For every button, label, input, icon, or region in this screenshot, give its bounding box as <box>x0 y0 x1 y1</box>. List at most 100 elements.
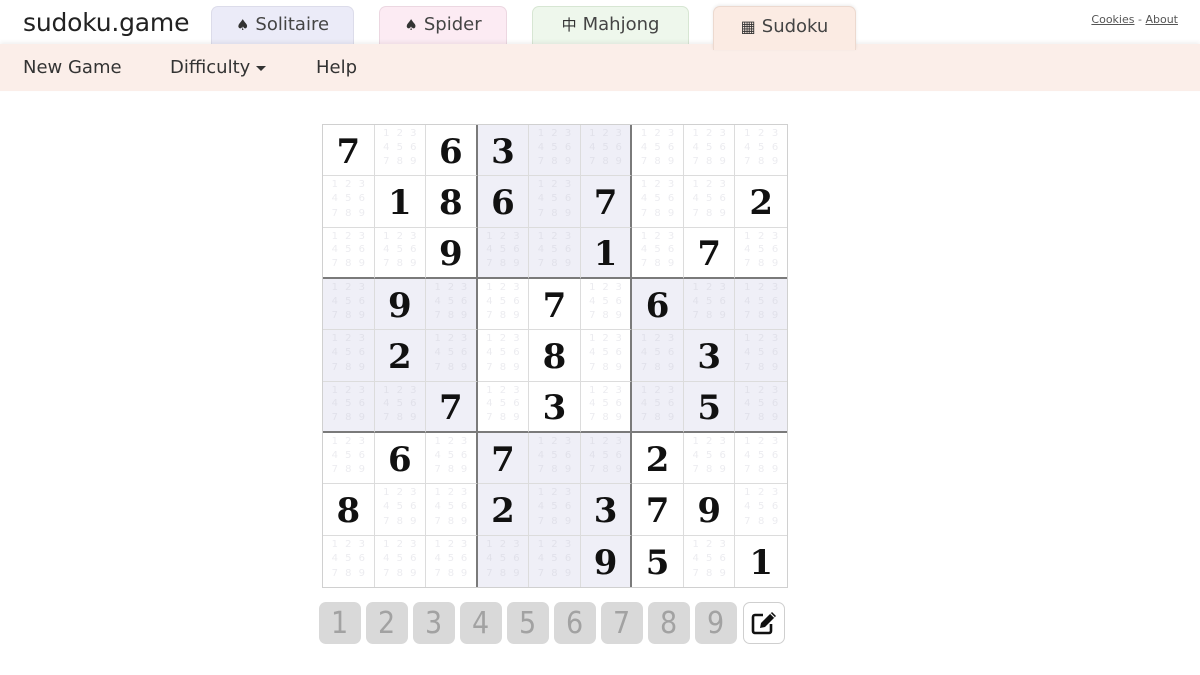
cell-r6c5[interactable]: 3 <box>529 381 581 433</box>
cell-r3c2[interactable]: 123 456 789 <box>374 227 427 279</box>
number-button-4[interactable]: 4 <box>460 602 502 644</box>
cell-r4c3[interactable]: 123 456 789 <box>426 278 478 331</box>
cell-r7c4[interactable]: 7 <box>477 432 530 485</box>
cell-r1c6[interactable]: 123 456 789 <box>580 125 633 177</box>
cell-r6c4[interactable]: 123 456 789 <box>477 381 530 433</box>
cell-r1c5[interactable]: 123 456 789 <box>529 125 581 177</box>
tab-spider[interactable]: ♠ Spider <box>379 6 507 46</box>
cell-r8c8[interactable]: 9 <box>683 484 736 536</box>
cell-r6c8[interactable]: 5 <box>683 381 736 433</box>
cell-r7c1[interactable]: 123 456 789 <box>323 432 375 485</box>
cell-r1c9[interactable]: 123 456 789 <box>735 125 787 177</box>
cell-r6c7[interactable]: 123 456 789 <box>632 381 684 433</box>
cell-r8c2[interactable]: 123 456 789 <box>374 484 427 536</box>
cell-r2c2[interactable]: 1 <box>374 176 427 228</box>
cell-r3c8[interactable]: 7 <box>683 227 736 279</box>
about-link[interactable]: About <box>1145 13 1178 26</box>
cell-r2c5[interactable]: 123 456 789 <box>529 176 581 228</box>
cell-r1c4[interactable]: 3 <box>477 125 530 177</box>
number-button-6[interactable]: 6 <box>554 602 596 644</box>
cell-r9c7[interactable]: 5 <box>632 535 684 587</box>
cell-r6c6[interactable]: 123 456 789 <box>580 381 633 433</box>
cell-r9c9[interactable]: 1 <box>735 536 787 587</box>
cell-r4c1[interactable]: 123 456 789 <box>323 278 375 331</box>
cell-r8c7[interactable]: 7 <box>632 484 684 536</box>
cell-r5c4[interactable]: 123 456 789 <box>477 330 530 382</box>
cell-r8c9[interactable]: 123 456 789 <box>735 484 787 536</box>
cell-r3c3[interactable]: 9 <box>426 227 478 279</box>
number-button-9[interactable]: 9 <box>695 602 737 644</box>
cell-r8c4[interactable]: 2 <box>477 484 530 536</box>
cell-r4c7[interactable]: 6 <box>632 278 684 331</box>
cell-r9c1[interactable]: 123 456 789 <box>323 535 375 587</box>
cell-r9c6[interactable]: 9 <box>580 535 633 587</box>
tab-mahjong[interactable]: 中 Mahjong <box>532 6 689 46</box>
cell-r2c1[interactable]: 123 456 789 <box>323 176 375 228</box>
cell-r5c5[interactable]: 8 <box>529 330 581 382</box>
tab-solitaire[interactable]: ♠ Solitaire <box>211 6 354 46</box>
cell-r3c7[interactable]: 123 456 789 <box>632 227 684 279</box>
number-button-3[interactable]: 3 <box>413 602 455 644</box>
cell-r5c8[interactable]: 3 <box>683 330 736 382</box>
cell-r2c8[interactable]: 123 456 789 <box>683 176 736 228</box>
cell-r5c6[interactable]: 123 456 789 <box>580 330 633 382</box>
cell-r7c8[interactable]: 123 456 789 <box>683 432 736 485</box>
cell-r5c1[interactable]: 123 456 789 <box>323 330 375 382</box>
cell-r6c1[interactable]: 123 456 789 <box>323 381 375 433</box>
cell-r2c9[interactable]: 2 <box>735 176 787 228</box>
site-logo[interactable]: sudoku.game <box>23 8 189 37</box>
cell-r5c2[interactable]: 2 <box>374 330 427 382</box>
cell-r4c6[interactable]: 123 456 789 <box>580 278 633 331</box>
cell-r7c6[interactable]: 123 456 789 <box>580 432 633 485</box>
cell-r1c3[interactable]: 6 <box>426 125 478 177</box>
cell-r1c1[interactable]: 7 <box>323 125 375 177</box>
cell-r5c7[interactable]: 123 456 789 <box>632 330 684 382</box>
number-button-2[interactable]: 2 <box>366 602 408 644</box>
cell-r5c3[interactable]: 123 456 789 <box>426 330 478 382</box>
cell-r4c5[interactable]: 7 <box>529 278 581 331</box>
cookies-link[interactable]: Cookies <box>1091 13 1134 26</box>
cell-r6c3[interactable]: 7 <box>426 381 478 433</box>
cell-r9c8[interactable]: 123 456 789 <box>684 535 736 587</box>
cell-r3c4[interactable]: 123 456 789 <box>477 227 530 279</box>
cell-r9c3[interactable]: 123 456 789 <box>426 535 478 587</box>
cell-r7c5[interactable]: 123 456 789 <box>529 432 581 485</box>
cell-r3c6[interactable]: 1 <box>580 227 633 279</box>
cell-r7c2[interactable]: 6 <box>374 432 427 485</box>
number-button-7[interactable]: 7 <box>601 602 643 644</box>
cell-r8c1[interactable]: 8 <box>323 484 375 536</box>
cell-r4c8[interactable]: 123 456 789 <box>683 278 736 331</box>
cell-r5c9[interactable]: 123 456 789 <box>735 330 787 382</box>
cell-r8c6[interactable]: 3 <box>580 484 633 536</box>
cell-r7c3[interactable]: 123 456 789 <box>426 432 478 485</box>
number-button-8[interactable]: 8 <box>648 602 690 644</box>
tab-sudoku[interactable]: ▦ Sudoku <box>713 6 856 50</box>
cell-r4c4[interactable]: 123 456 789 <box>477 278 530 331</box>
cell-r2c4[interactable]: 6 <box>477 176 530 228</box>
cell-r1c7[interactable]: 123 456 789 <box>632 125 684 177</box>
cell-r8c5[interactable]: 123 456 789 <box>529 484 581 536</box>
cell-r1c2[interactable]: 123 456 789 <box>374 125 427 177</box>
difficulty-dropdown[interactable]: Difficulty <box>170 57 267 78</box>
cell-r6c9[interactable]: 123 456 789 <box>735 381 787 433</box>
cell-r2c7[interactable]: 123 456 789 <box>632 176 684 228</box>
cell-r3c1[interactable]: 123 456 789 <box>323 227 375 279</box>
cell-r2c6[interactable]: 7 <box>580 176 633 228</box>
cell-r1c8[interactable]: 123 456 789 <box>683 125 736 177</box>
cell-r9c5[interactable]: 123 456 789 <box>529 535 581 587</box>
cell-r9c4[interactable]: 123 456 789 <box>477 535 530 587</box>
cell-r8c3[interactable]: 123 456 789 <box>426 484 478 536</box>
new-game-button[interactable]: New Game <box>23 57 122 78</box>
cell-r7c9[interactable]: 123 456 789 <box>735 433 787 485</box>
cell-r2c3[interactable]: 8 <box>426 176 478 228</box>
cell-r7c7[interactable]: 2 <box>632 432 684 485</box>
number-button-5[interactable]: 5 <box>507 602 549 644</box>
cell-r4c9[interactable]: 123 456 789 <box>735 278 787 331</box>
pencil-mode-button[interactable] <box>743 602 785 644</box>
number-button-1[interactable]: 1 <box>319 602 361 644</box>
help-button[interactable]: Help <box>316 57 357 78</box>
cell-r3c9[interactable]: 123 456 789 <box>735 228 787 279</box>
cell-r6c2[interactable]: 123 456 789 <box>374 381 427 433</box>
cell-r9c2[interactable]: 123 456 789 <box>375 535 427 587</box>
cell-r4c2[interactable]: 9 <box>374 278 427 331</box>
